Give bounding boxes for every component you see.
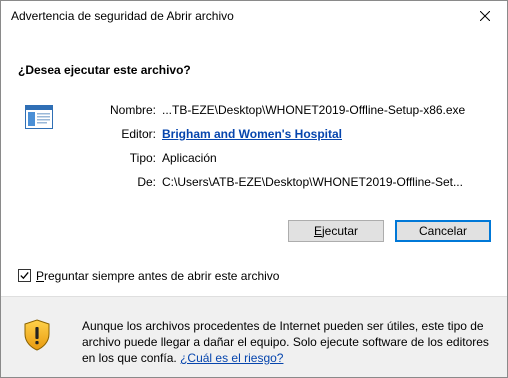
file-name-value: ...TB-EZE\Desktop\WHONET2019-Offline-Set… xyxy=(162,103,466,117)
checkmark-icon xyxy=(20,271,29,280)
warning-message: Aunque los archivos procedentes de Inter… xyxy=(82,318,497,366)
dialog-question: ¿Desea ejecutar este archivo? xyxy=(18,63,191,77)
run-button[interactable]: Ejecutar xyxy=(288,220,384,242)
close-button[interactable] xyxy=(463,1,507,31)
shield-warning-icon xyxy=(24,319,50,351)
publisher-label: Editor: xyxy=(121,127,156,141)
warning-text: Aunque los archivos procedentes de Inter… xyxy=(82,319,489,365)
executable-file-icon xyxy=(25,105,53,129)
file-type-row: Tipo: Aplicación xyxy=(61,151,501,167)
publisher-link[interactable]: Brigham and Women's Hospital xyxy=(162,127,342,141)
file-source-row: De: C:\Users\ATB-EZE\Desktop\WHONET2019-O… xyxy=(61,175,501,191)
file-name-row: Nombre: ...TB-EZE\Desktop\WHONET2019-Offl… xyxy=(61,103,501,119)
file-type-label: Tipo: xyxy=(129,151,156,165)
cancel-button-label: Cancelar xyxy=(418,224,468,238)
file-name-label: Nombre: xyxy=(109,103,156,117)
always-ask-checkbox[interactable] xyxy=(18,269,31,282)
window-title: Advertencia de seguridad de Abrir archiv… xyxy=(11,9,234,23)
warning-footer: Aunque los archivos procedentes de Inter… xyxy=(1,297,507,377)
security-warning-dialog: Advertencia de seguridad de Abrir archiv… xyxy=(0,0,508,378)
file-source-label: De: xyxy=(137,175,156,189)
file-type-value: Aplicación xyxy=(162,151,217,165)
title-bar: Advertencia de seguridad de Abrir archiv… xyxy=(1,1,507,31)
publisher-row: Editor: Brigham and Women's Hospital xyxy=(61,127,501,143)
close-icon xyxy=(480,11,490,21)
cancel-button[interactable]: Cancelar xyxy=(395,220,491,242)
file-source-value: C:\Users\ATB-EZE\Desktop\WHONET2019-Offl… xyxy=(162,175,463,189)
run-button-label: jecutar xyxy=(321,224,359,238)
risk-link[interactable]: ¿Cuál es el riesgo? xyxy=(180,351,283,365)
always-ask-label: Preguntar siempre antes de abrir este ar… xyxy=(36,269,280,283)
run-button-accelerator: E xyxy=(313,224,322,238)
